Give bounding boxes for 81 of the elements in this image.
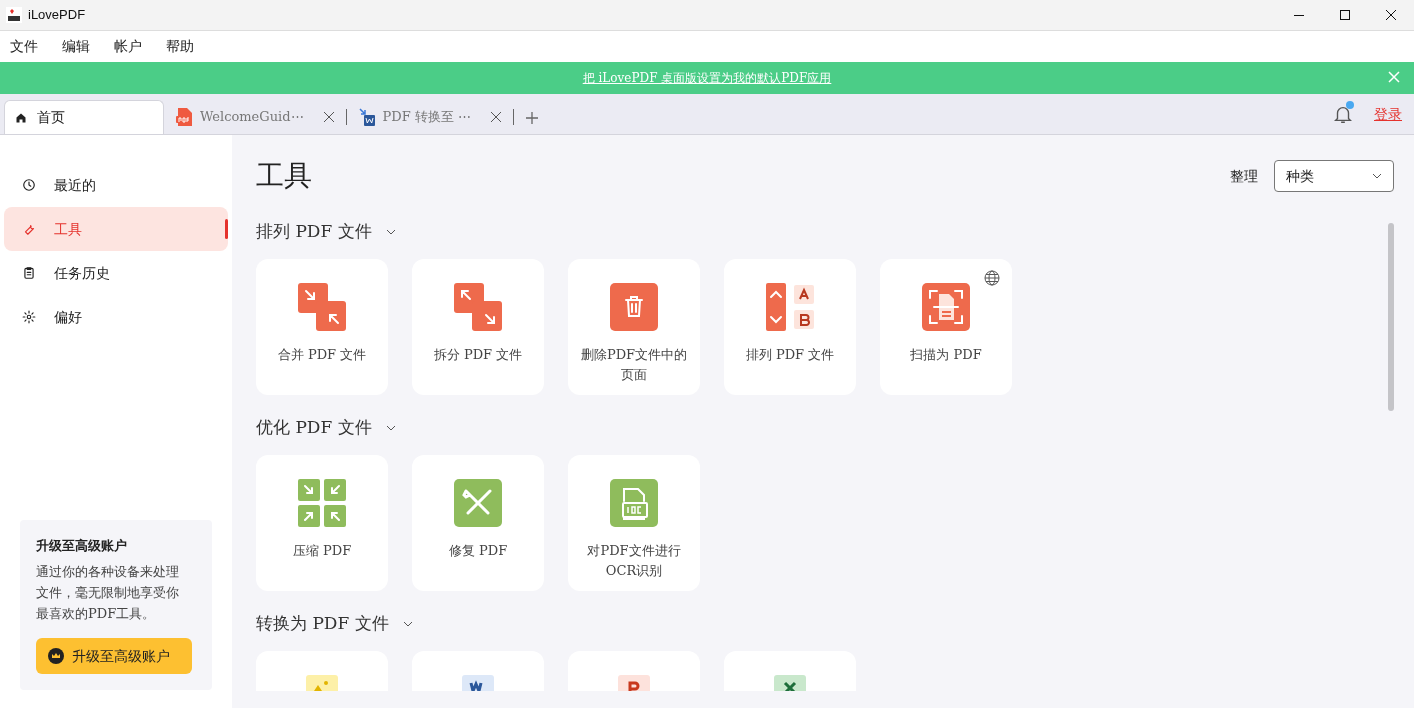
tab-label: 首页 — [37, 108, 65, 127]
close-icon — [1388, 71, 1400, 83]
tab[interactable]: 首页 — [4, 100, 164, 134]
tab[interactable]: PDF 转换至 ⋯ — [346, 100, 513, 134]
tools-icon — [454, 479, 502, 527]
split-icon — [454, 283, 502, 331]
section-heading: 排列 PDF 文件 — [256, 220, 372, 244]
tool-label: 对PDF文件进行OCR识别 — [586, 542, 682, 580]
chevron-down-icon[interactable] — [385, 425, 396, 431]
tool-card[interactable]: 修复 PDF — [412, 455, 544, 591]
sort-dropdown[interactable]: 种类 — [1274, 160, 1394, 192]
tool-label: 合并 PDF 文件 — [276, 346, 368, 364]
chevron-down-icon[interactable] — [385, 229, 396, 235]
notifications-button[interactable] — [1332, 103, 1354, 125]
chevron-down-icon[interactable] — [402, 621, 413, 627]
compress-icon — [298, 479, 346, 527]
sidebar-label: 工具 — [54, 219, 82, 239]
minimize-icon — [1294, 14, 1304, 16]
menu-item[interactable]: 帐户 — [114, 36, 142, 57]
crown-icon — [48, 648, 64, 664]
new-tab-icon[interactable] — [526, 112, 538, 124]
tool-card[interactable]: 压缩 PDF — [256, 455, 388, 591]
spreadsheet-document-icon — [774, 675, 806, 691]
tool-label: 扫描为 PDF — [909, 346, 983, 364]
sidebar-item[interactable]: 工具 — [4, 207, 228, 251]
settings-icon — [22, 310, 36, 324]
image-icon — [306, 675, 338, 691]
chevron-down-icon — [1372, 173, 1382, 179]
pdf-file-icon — [176, 108, 192, 126]
upgrade-button[interactable]: 升级至高级账户 — [36, 638, 192, 674]
close-tab-icon[interactable] — [323, 112, 334, 122]
section-heading: 转换为 PDF 文件 — [256, 612, 389, 636]
sidebar-item[interactable]: 偏好 — [4, 295, 228, 339]
tool-card[interactable]: 排列 PDF 文件 — [724, 259, 856, 395]
scan-document-icon — [922, 283, 970, 331]
tool-card[interactable]: 对PDF文件进行OCR识别 — [568, 455, 700, 591]
sort-label: 整理 — [1230, 166, 1258, 186]
login-link[interactable]: 登录 — [1374, 103, 1402, 125]
clock-icon — [22, 178, 36, 192]
app-logo-icon — [6, 7, 22, 23]
close-tab-icon[interactable] — [491, 112, 501, 122]
tool-card[interactable]: 删除PDF文件中的页面 — [568, 259, 700, 395]
upgrade-text: 通过你的各种设备来处理文件，毫无限制地享受你最喜欢的PDF工具。 — [36, 563, 180, 623]
page-title: 工具 — [256, 159, 312, 193]
section-heading: 优化 PDF 文件 — [256, 416, 372, 440]
close-icon — [1386, 10, 1396, 20]
tool-card[interactable]: 拆分 PDF 文件 — [412, 259, 544, 395]
word-convert-icon — [358, 108, 375, 126]
sidebar-label: 偏好 — [54, 307, 82, 327]
sidebar-item[interactable]: 最近的 — [4, 163, 228, 207]
ocr-document-icon — [610, 479, 658, 527]
tool-label: 删除PDF文件中的页面 — [579, 346, 689, 384]
sidebar-item[interactable]: 任务历史 — [4, 251, 228, 295]
tool-card[interactable]: 扫描为 PDF — [880, 259, 1012, 395]
tool-label: 修复 PDF — [447, 542, 509, 560]
menu-item[interactable]: 文件 — [10, 36, 38, 57]
trash-icon — [610, 283, 658, 331]
maximize-icon — [1340, 10, 1350, 20]
sort-pages-icon — [766, 283, 814, 331]
tab-label: PDF 转换至 ⋯ — [382, 108, 471, 127]
tab[interactable]: WelcomeGuid⋯ — [164, 100, 346, 134]
tab-label: WelcomeGuid⋯ — [200, 108, 304, 127]
sidebar-label: 最近的 — [54, 175, 96, 195]
window-title: iLovePDF — [28, 6, 86, 25]
menu-item[interactable]: 帮助 — [166, 36, 194, 57]
scrollbar-thumb[interactable] — [1388, 223, 1394, 411]
merge-icon — [298, 283, 346, 331]
sidebar-label: 任务历史 — [54, 263, 110, 283]
wrench-icon — [22, 222, 36, 236]
home-icon — [15, 111, 27, 124]
tool-label: 拆分 PDF 文件 — [432, 346, 524, 364]
menu-item[interactable]: 编辑 — [62, 36, 90, 57]
word-document-icon — [462, 675, 494, 691]
tool-label: 排列 PDF 文件 — [744, 346, 836, 364]
upgrade-title: 升级至高级账户 — [36, 536, 128, 555]
slides-document-icon — [618, 675, 650, 691]
clipboard-icon — [22, 266, 36, 280]
sort-value: 种类 — [1286, 166, 1314, 186]
selection-indicator — [225, 219, 228, 239]
tool-card[interactable]: 合并 PDF 文件 — [256, 259, 388, 395]
tool-label: 压缩 PDF — [291, 542, 353, 560]
